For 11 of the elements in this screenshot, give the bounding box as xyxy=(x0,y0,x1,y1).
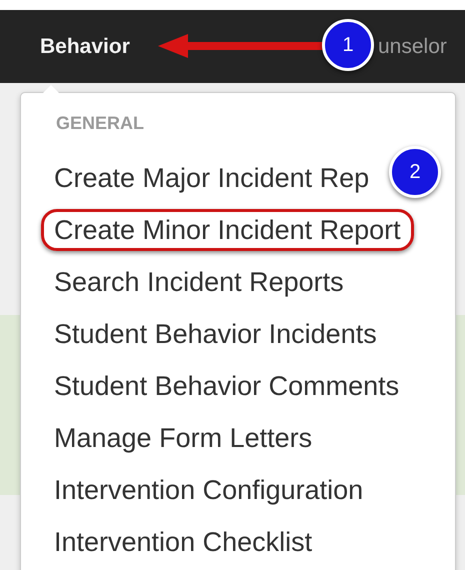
menu-item[interactable]: Manage Form Letters xyxy=(41,417,326,459)
nav-item[interactable]: unselor xyxy=(378,34,447,58)
menu-item[interactable]: Create Minor Incident Report xyxy=(41,209,414,251)
menu-item[interactable]: Intervention Checklist xyxy=(41,521,326,563)
menu-item[interactable]: Student Behavior Incidents xyxy=(41,313,390,355)
menu-item[interactable]: Intervention Configuration xyxy=(41,469,376,511)
menu-item[interactable]: Create Major Incident Rep xyxy=(41,157,382,199)
nav-item[interactable]: Behavior xyxy=(40,34,130,58)
menu-item[interactable]: Search Incident Reports xyxy=(41,261,357,303)
menu-header: GENERAL xyxy=(55,113,146,135)
menu-item[interactable]: Student Behavior Comments xyxy=(41,365,412,407)
